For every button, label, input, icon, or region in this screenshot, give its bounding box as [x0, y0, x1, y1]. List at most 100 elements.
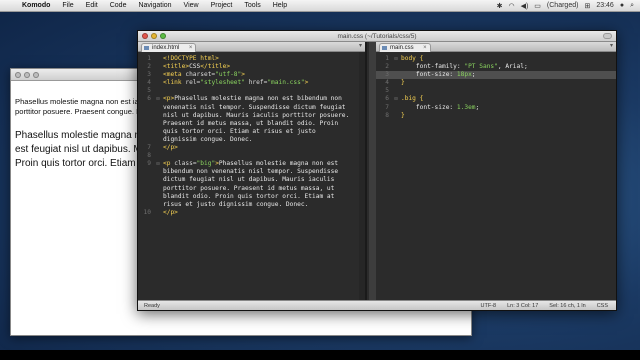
code-token: >	[241, 71, 245, 79]
close-tab-icon[interactable]: ×	[423, 44, 427, 52]
status-encoding[interactable]: UTF-8	[481, 303, 497, 309]
fold-marker-icon	[391, 112, 401, 120]
menu-help[interactable]: Help	[267, 2, 293, 9]
code-token: "PT Sans"	[464, 63, 498, 71]
menu-file[interactable]: File	[56, 2, 79, 9]
editor-title: main.css (~/Tutorials/css/5)	[337, 32, 417, 40]
code-token: <meta	[163, 71, 186, 79]
code-line[interactable]: dignissim congue. Donec.	[138, 136, 365, 144]
line-number: 6	[147, 95, 151, 103]
code-token: font-size:	[401, 103, 457, 111]
fold-marker-icon	[153, 104, 163, 112]
code-line[interactable]: 2 <title> CSS </title>	[138, 63, 365, 71]
code-token: </p>	[163, 144, 178, 152]
code-line[interactable]: 1 ⊟ body {	[376, 55, 616, 63]
code-token: rel=	[185, 79, 201, 87]
code-token: >	[304, 79, 309, 87]
line-number: 1	[147, 55, 151, 62]
editor-window[interactable]: main.css (~/Tutorials/css/5) index.html …	[137, 30, 617, 311]
code-line[interactable]: 9 ⊟ <p class= "big" > Phasellus molestie magn…	[138, 160, 365, 168]
code-line[interactable]: porttitor posuere. Praesent id metus mas…	[138, 185, 365, 193]
menu-code[interactable]: Code	[104, 2, 133, 9]
editor-pane-html[interactable]: index.html × ▾ 1 <!DOCTYPE html> 2 <title> C…	[138, 42, 367, 300]
code-line[interactable]: dictum feugiat nisl ut dapibus. Mauris i…	[138, 176, 365, 184]
tab-index-html[interactable]: index.html ×	[141, 43, 197, 52]
code-line[interactable]: 6 ⊟ <p> Phasellus molestie magna non est bi…	[138, 95, 365, 103]
fold-marker-icon	[153, 71, 163, 79]
fold-marker-icon[interactable]: ⊟	[153, 95, 163, 103]
fold-marker-icon	[153, 79, 163, 87]
menubar-clock[interactable]: 23:46	[596, 2, 614, 9]
fold-marker-icon[interactable]: ⊟	[391, 95, 401, 103]
code-line[interactable]: 4}	[376, 79, 616, 87]
code-line[interactable]: 5	[376, 87, 616, 95]
code-area-css[interactable]: 1 ⊟ body {2 font-family: "PT Sans", Arial;…	[376, 52, 616, 120]
status-language[interactable]: CSS	[597, 303, 608, 309]
code-token: 18px	[456, 71, 472, 79]
tab-main-css[interactable]: main.css ×	[379, 43, 431, 52]
fold-marker-icon	[153, 176, 163, 184]
paragraph-big: Phasellus molestie magna non est feugiat…	[15, 130, 137, 169]
code-line[interactable]: venenatis nisl tempor. Suspendisse dictu…	[138, 104, 365, 112]
statusbar: Ready UTF-8 Ln: 3 Col: 17 Sel: 16 ch, 1 …	[138, 300, 616, 310]
code-token: dignissim congue. Donec.	[163, 135, 253, 143]
menu-edit[interactable]: Edit	[80, 2, 104, 9]
browser-content: Phasellus molestie magna non est iaculis…	[11, 81, 137, 171]
code-area-html[interactable]: 1 <!DOCTYPE html> 2 <title> CSS </title> 3 <met…	[138, 52, 365, 217]
code-line[interactable]: 2 font-family: "PT Sans", Arial;	[376, 63, 616, 71]
tabbar-right: main.css × ▾	[376, 42, 616, 52]
spotlight-icon[interactable]: ⌕	[630, 2, 634, 10]
code-line[interactable]: Praesent id metus massa, ut blandit odio…	[138, 120, 365, 128]
fold-marker-icon[interactable]: ⊟	[391, 55, 401, 63]
code-token: venenatis nisl tempor. Suspendisse dictu…	[163, 103, 346, 111]
code-line[interactable]: 1 <!DOCTYPE html>	[138, 55, 365, 63]
code-line[interactable]: nisl ut dapibus. Mauris iaculis porttito…	[138, 112, 365, 120]
code-line[interactable]: 3 font-size: 18px;	[376, 71, 616, 80]
line-number: 4	[147, 79, 151, 87]
code-line[interactable]: risus et justo dignissim congue. Donec.	[138, 201, 365, 209]
code-line[interactable]: 7 font-size: 1.3em;	[376, 104, 616, 112]
file-icon	[382, 46, 387, 50]
code-token: class=	[174, 160, 197, 168]
line-number: 6	[385, 95, 389, 103]
close-tab-icon[interactable]: ×	[189, 44, 193, 52]
menu-tools[interactable]: Tools	[238, 2, 266, 9]
line-number	[138, 168, 153, 176]
tab-list-icon[interactable]: ▾	[610, 42, 613, 49]
code-line[interactable]: 3 <meta charset= "utf-8" >	[138, 71, 365, 79]
battery-icon[interactable]: ▭	[534, 2, 541, 10]
code-line[interactable]: blandit odio. Proin quis tortor orci. Et…	[138, 193, 365, 201]
menu-app-name[interactable]: Komodo	[16, 2, 56, 9]
menu-navigation[interactable]: Navigation	[132, 2, 177, 9]
fold-marker-icon	[153, 209, 163, 217]
code-token: ;	[471, 71, 476, 79]
pane-splitter[interactable]	[369, 42, 376, 300]
scrollbar-left[interactable]	[359, 52, 365, 300]
code-line[interactable]: 8	[138, 152, 365, 160]
code-token: risus et justo dignissim congue. Donec.	[163, 200, 309, 208]
editor-titlebar[interactable]: main.css (~/Tutorials/css/5)	[138, 31, 616, 42]
tab-list-icon[interactable]: ▾	[359, 42, 362, 49]
wifi-icon[interactable]: ◠	[508, 2, 514, 10]
code-line[interactable]: quis tortor orci. Etiam at risus et just…	[138, 128, 365, 136]
bluetooth-icon[interactable]: ✱	[497, 2, 503, 10]
code-line[interactable]: 8}	[376, 112, 616, 120]
menu-view[interactable]: View	[178, 2, 205, 9]
code-token: "utf-8"	[215, 71, 242, 79]
fold-marker-icon[interactable]: ⊟	[153, 160, 163, 168]
editor-pane-css[interactable]: main.css × ▾ 1 ⊟ body {2 font-family: "PT …	[376, 42, 616, 300]
fold-marker-icon	[153, 87, 163, 95]
code-token: }	[401, 111, 405, 119]
menu-project[interactable]: Project	[205, 2, 239, 9]
code-line[interactable]: 7 </p>	[138, 144, 365, 152]
code-line[interactable]: 10 </p>	[138, 209, 365, 217]
code-line[interactable]: 4 <link rel= "stylesheet" href= "main.css" >	[138, 79, 365, 87]
line-number	[138, 112, 153, 120]
user-icon[interactable]: ●	[620, 2, 624, 9]
volume-icon[interactable]: ◀)	[521, 2, 529, 10]
input-source-icon[interactable]: ⊞	[584, 2, 590, 10]
code-line[interactable]: bibendum non venenatis nisl tempor. Susp…	[138, 168, 365, 176]
code-line[interactable]: 6 ⊟ .big {	[376, 95, 616, 103]
code-line[interactable]: 5	[138, 87, 365, 95]
toolbar-toggle-button[interactable]	[603, 33, 612, 39]
